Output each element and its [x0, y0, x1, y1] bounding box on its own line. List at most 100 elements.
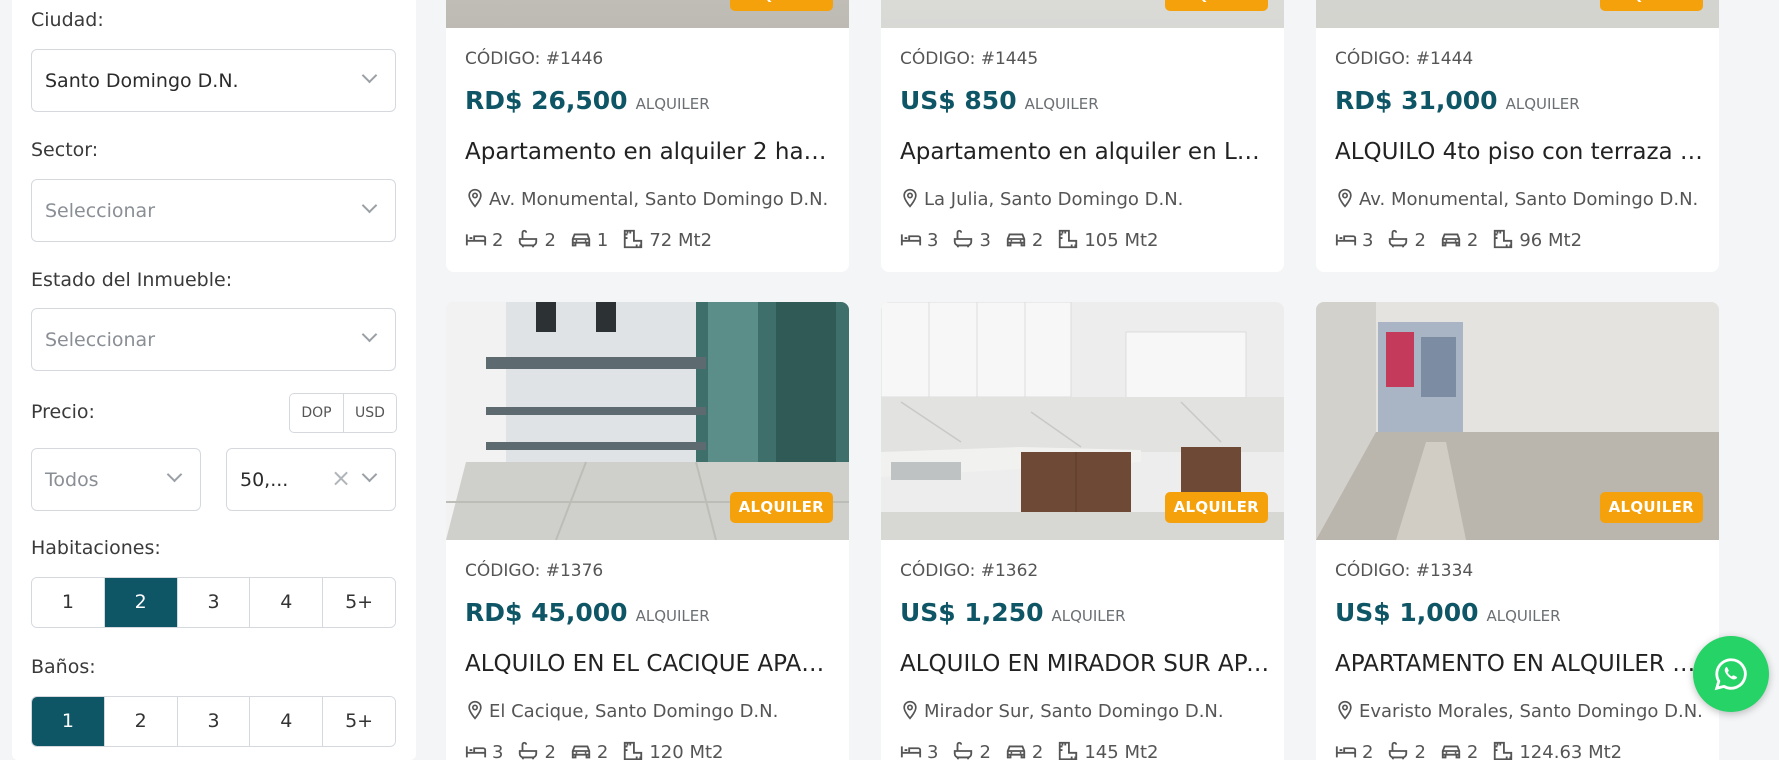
car-icon — [570, 228, 592, 250]
state-label: Estado del Inmueble: — [31, 269, 233, 291]
area-icon — [622, 228, 644, 250]
bed-icon — [900, 740, 922, 760]
location-pin-icon — [1335, 188, 1355, 208]
listing-location: El Cacique, Santo Domingo D.N. — [465, 700, 778, 722]
price-label: Precio: — [31, 401, 95, 423]
chevron-down-icon — [361, 326, 378, 343]
listing-card[interactable]: ALQUILER CÓDIGO: #1376 RD$ 45,000 ALQUILE… — [446, 302, 849, 760]
bed-icon — [1335, 740, 1357, 760]
chevron-down-icon — [361, 67, 378, 84]
rooms-option-4[interactable]: 4 — [249, 578, 323, 627]
listing-code: CÓDIGO: #1334 — [1335, 561, 1474, 581]
listing-title[interactable]: ALQUILO EN MIRADOR SUR APARTAMENTO — [900, 651, 1270, 677]
listing-title[interactable]: APARTAMENTO EN ALQUILER EN EVARISTO MORA… — [1335, 651, 1705, 677]
listing-badge: ALQUILER — [1164, 0, 1268, 11]
area-icon — [1492, 228, 1514, 250]
listing-price: RD$ 26,500 ALQUILER — [465, 86, 710, 115]
listing-title[interactable]: Apartamento en alquiler 2 habitaciones — [465, 139, 835, 165]
bathtub-icon — [517, 740, 539, 760]
listing-location: Evaristo Morales, Santo Domingo D.N. — [1335, 700, 1703, 722]
whatsapp-icon — [1714, 658, 1747, 691]
currency-toggle: DOP USD — [289, 393, 397, 433]
listing-location: Mirador Sur, Santo Domingo D.N. — [900, 700, 1224, 722]
bed-icon — [900, 228, 922, 250]
currency-dop-button[interactable]: DOP — [290, 394, 343, 432]
bathtub-icon — [1387, 228, 1409, 250]
price-max-select[interactable]: 50,... × — [226, 448, 396, 511]
listing-location: La Julia, Santo Domingo D.N. — [900, 188, 1183, 210]
price-max-value: 50,... — [240, 469, 289, 491]
city-value: Santo Domingo D.N. — [45, 70, 239, 92]
listing-price: US$ 850 ALQUILER — [900, 86, 1099, 115]
baths-option-3[interactable]: 3 — [176, 697, 250, 746]
bathtub-icon — [517, 228, 539, 250]
rooms-option-1[interactable]: 1 — [32, 578, 104, 627]
bed-icon — [465, 228, 487, 250]
listing-card[interactable]: ALQUILER CÓDIGO: #1444 RD$ 31,000ALQUILE… — [1316, 0, 1719, 272]
bathtub-icon — [1387, 740, 1409, 760]
area-icon — [1492, 740, 1514, 760]
price-min-value: Todos — [45, 469, 99, 491]
listing-badge: ALQUILER — [1599, 492, 1703, 523]
listing-price: RD$ 45,000 ALQUILER — [465, 598, 710, 627]
location-pin-icon — [465, 700, 485, 720]
listing-features: 3 2 2 96 Mt2 — [1335, 228, 1582, 251]
listing-features: 3 2 2 145 Mt2 — [900, 740, 1158, 760]
whatsapp-button[interactable] — [1693, 636, 1769, 712]
state-placeholder: Seleccionar — [45, 329, 156, 351]
listing-price: RD$ 31,000 ALQUILER — [1335, 86, 1580, 115]
listing-code: CÓDIGO: #1446 — [465, 49, 604, 69]
bed-icon — [1335, 228, 1357, 250]
listing-badge: ALQUILER — [729, 0, 833, 11]
car-icon — [1005, 740, 1027, 760]
listing-title[interactable]: Apartamento en alquiler en La Julia — [900, 139, 1270, 165]
rooms-option-5plus[interactable]: 5+ — [322, 578, 395, 627]
baths-label: Baños: — [31, 656, 96, 678]
listing-title[interactable]: ALQUILO 4to piso con terraza privada — [1335, 139, 1705, 165]
bathtub-icon — [952, 228, 974, 250]
listing-card[interactable]: ALQUILER CÓDIGO: #1362 US$ 1,250 ALQUILER… — [881, 302, 1284, 760]
sector-label: Sector: — [31, 139, 99, 161]
state-select[interactable]: Seleccionar — [31, 308, 396, 371]
listing-card[interactable]: ALQUILER CÓDIGO: #1445 US$ 850ALQUILER A… — [881, 0, 1284, 272]
baths-option-4[interactable]: 4 — [249, 697, 323, 746]
listing-code: CÓDIGO: #1444 — [1335, 49, 1474, 69]
sector-select[interactable]: Seleccionar — [31, 179, 396, 242]
price-min-select[interactable]: Todos — [31, 448, 201, 511]
chevron-down-icon — [361, 466, 378, 483]
city-label: Ciudad: — [31, 9, 104, 31]
clear-icon[interactable]: × — [331, 463, 351, 493]
listing-card[interactable]: ALQUILER CÓDIGO: #1446 RD$ 26,500ALQUILE… — [446, 0, 849, 272]
listing-code: CÓDIGO: #1362 — [900, 561, 1039, 581]
car-icon — [1440, 740, 1462, 760]
rooms-option-3[interactable]: 3 — [176, 578, 250, 627]
baths-option-1[interactable]: 1 — [32, 697, 104, 746]
area-icon — [1057, 228, 1079, 250]
listing-title[interactable]: ALQUILO EN EL CACIQUE APARTAMENTO — [465, 651, 835, 677]
rooms-selector: 1 2 3 4 5+ — [31, 577, 396, 628]
sector-placeholder: Seleccionar — [45, 200, 156, 222]
listing-code: CÓDIGO: #1445 — [900, 49, 1039, 69]
city-select[interactable]: Santo Domingo D.N. — [31, 49, 396, 112]
location-pin-icon — [1335, 700, 1355, 720]
listing-card[interactable]: ALQUILER CÓDIGO: #1334 US$ 1,000 ALQUILER… — [1316, 302, 1719, 760]
listing-features: 3 3 2 105 Mt2 — [900, 228, 1158, 251]
listing-location: Av. Monumental, Santo Domingo D.N. — [1335, 188, 1698, 210]
listing-location: Av. Monumental, Santo Domingo D.N. — [465, 188, 828, 210]
chevron-down-icon — [361, 197, 378, 214]
baths-option-5plus[interactable]: 5+ — [322, 697, 395, 746]
car-icon — [1440, 228, 1462, 250]
bathtub-icon — [952, 740, 974, 760]
location-pin-icon — [465, 188, 485, 208]
listing-price: US$ 1,250 ALQUILER — [900, 598, 1126, 627]
chevron-down-icon — [166, 466, 183, 483]
baths-option-2[interactable]: 2 — [103, 697, 177, 746]
rooms-label: Habitaciones: — [31, 537, 161, 559]
listing-features: 2 2 1 72 Mt2 — [465, 228, 712, 251]
rooms-option-2[interactable]: 2 — [103, 578, 177, 627]
listing-features: 2 2 2 124.63 Mt2 — [1335, 740, 1622, 760]
area-icon — [1057, 740, 1079, 760]
car-icon — [1005, 228, 1027, 250]
currency-usd-button[interactable]: USD — [343, 394, 396, 432]
filters-sidebar: Ciudad: Santo Domingo D.N. Sector: Selec… — [12, 0, 416, 760]
